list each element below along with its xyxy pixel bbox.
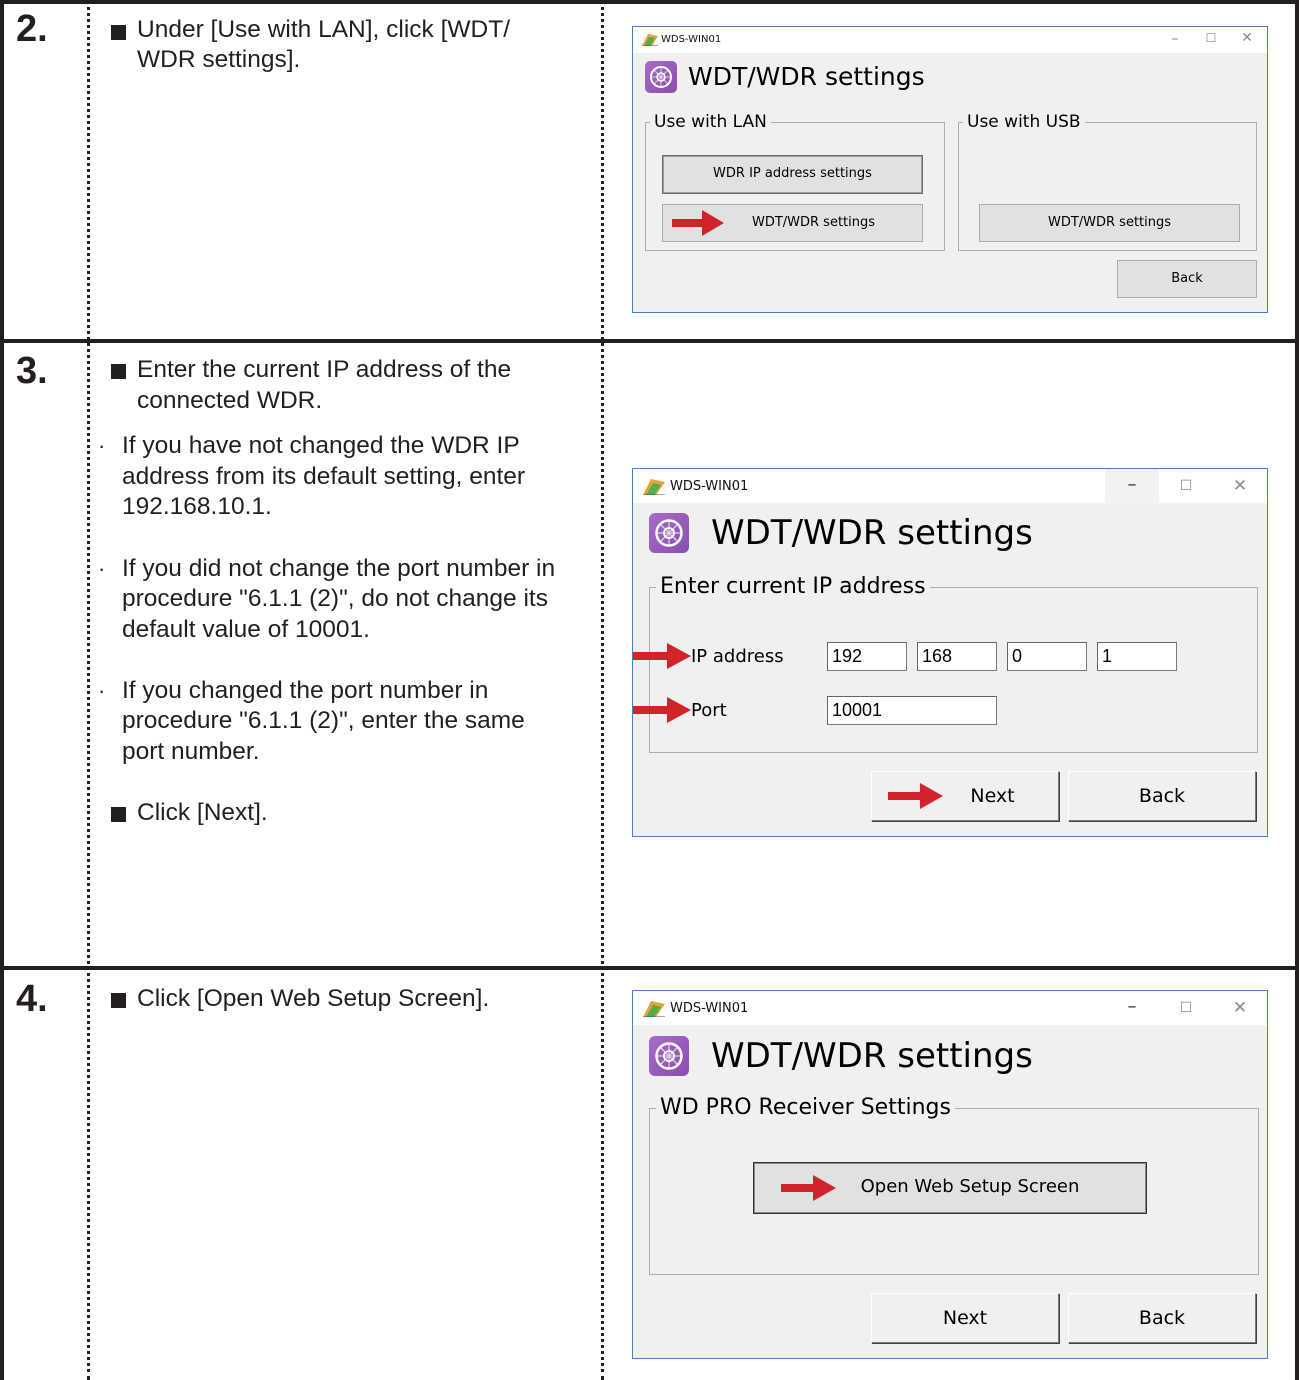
title-bar: WDS-WIN01 – ☐ ✕: [633, 27, 1267, 53]
ip-octet-4-input[interactable]: 1: [1097, 642, 1177, 671]
red-arrow-icon: [633, 697, 691, 723]
close-button[interactable]: ✕: [1229, 30, 1265, 46]
row-divider: [0, 966, 1299, 970]
ip-octet-3-input[interactable]: 0: [1007, 642, 1087, 671]
maximize-button[interactable]: ☐: [1159, 991, 1213, 1025]
window-title: WDS-WIN01: [661, 34, 722, 45]
port-label: Port: [691, 700, 727, 721]
note-line: If you changed the port number in: [122, 677, 489, 704]
instruction-line: Under [Use with LAN], click [WDT/: [137, 16, 511, 43]
button-label: WDT/WDR settings: [751, 215, 876, 230]
dialog-heading: WDT/WDR settings: [711, 513, 1033, 553]
note-line: procedure "6.1.1 (2)", do not change its: [122, 585, 548, 612]
window-title: WDS-WIN01: [670, 1001, 749, 1016]
note-line: procedure "6.1.1 (2)", enter the same: [122, 707, 525, 734]
minimize-button[interactable]: –: [1157, 31, 1193, 47]
step-number: 4.: [16, 978, 48, 1020]
instruction-line: Enter the current IP address of the: [137, 356, 512, 383]
note-bullet: ·: [98, 556, 106, 581]
instruction-line: WDR settings].: [137, 46, 301, 73]
close-button[interactable]: ✕: [1213, 469, 1267, 503]
maximize-button[interactable]: ☐: [1193, 31, 1229, 45]
dialog-heading: WDT/WDR settings: [688, 62, 925, 91]
table-right-rule: [1295, 0, 1299, 1380]
port-input[interactable]: 10001: [827, 696, 997, 725]
back-button[interactable]: Back: [1068, 771, 1256, 821]
instruction-line: Click [Open Web Setup Screen].: [137, 985, 490, 1012]
flag-app-icon: [642, 34, 658, 46]
button-label: Open Web Setup Screen: [860, 1176, 1080, 1197]
next-button[interactable]: Next: [871, 1293, 1059, 1343]
ip-octet-1-input[interactable]: 192: [827, 642, 907, 671]
gear-network-icon: [645, 61, 677, 93]
dotted-column-divider: [87, 0, 90, 1380]
note-line: If you have not changed the WDR IP: [122, 432, 520, 459]
ip-address-label: IP address: [691, 646, 784, 667]
window-title: WDS-WIN01: [670, 479, 749, 494]
dialog-heading: WDT/WDR settings: [711, 1036, 1033, 1076]
group-legend: Use with USB: [963, 112, 1085, 132]
back-button[interactable]: Back: [1068, 1293, 1256, 1343]
step-number: 2.: [16, 8, 48, 50]
note-line: port number.: [122, 738, 260, 765]
note-bullet: ·: [98, 433, 106, 458]
close-button[interactable]: ✕: [1213, 991, 1267, 1025]
title-bar: WDS-WIN01 – ☐ ✕: [633, 991, 1267, 1025]
ip-octet-2-input[interactable]: 168: [917, 642, 997, 671]
group-legend: Use with LAN: [650, 112, 771, 132]
dialog-window: WDS-WIN01 – ☐ ✕ WDT/WDR settings Enter c…: [632, 468, 1268, 837]
usb-wdt-wdr-settings-button[interactable]: WDT/WDR settings: [979, 204, 1240, 242]
bullet-square-icon: [111, 364, 126, 379]
minimize-button[interactable]: –: [1105, 469, 1159, 503]
red-arrow-icon: [672, 210, 724, 236]
note-bullet: ·: [98, 678, 106, 703]
bullet-square-icon: [111, 993, 126, 1008]
back-button[interactable]: Back: [1117, 260, 1257, 298]
bullet-square-icon: [111, 807, 126, 822]
flag-app-icon: [643, 479, 665, 495]
table-top-rule: [0, 0, 1299, 4]
bullet-square-icon: [111, 25, 126, 40]
flag-app-icon: [643, 1001, 665, 1017]
minimize-button[interactable]: –: [1105, 991, 1159, 1025]
maximize-button[interactable]: ☐: [1159, 469, 1213, 503]
instruction-line: Click [Next].: [137, 799, 268, 826]
red-arrow-icon: [781, 1175, 836, 1201]
dialog-window: WDS-WIN01 – ☐ ✕ WDT/WDR settings WD PRO …: [632, 990, 1268, 1359]
note-line: default value of 10001.: [122, 616, 370, 643]
button-label: Next: [970, 785, 1015, 807]
note-line: If you did not change the port number in: [122, 555, 556, 582]
note-line: address from its default setting, enter: [122, 463, 526, 490]
step-number: 3.: [16, 350, 48, 392]
note-line: 192.168.10.1.: [122, 493, 272, 520]
title-bar: WDS-WIN01 – ☐ ✕: [633, 469, 1267, 503]
dialog-window: WDS-WIN01 – ☐ ✕ WDT/WDR settings Use wit…: [632, 26, 1268, 313]
instruction-line: connected WDR.: [137, 387, 323, 414]
table-left-rule: [0, 0, 4, 1380]
row-divider: [0, 339, 1299, 343]
group-legend: Enter current IP address: [656, 574, 930, 599]
gear-network-icon: [649, 1036, 689, 1076]
gear-network-icon: [649, 513, 689, 553]
red-arrow-icon: [888, 783, 943, 809]
dotted-column-divider: [601, 0, 604, 1380]
wdr-ip-address-settings-button[interactable]: WDR IP address settings: [662, 155, 923, 194]
red-arrow-icon: [633, 643, 691, 669]
group-legend: WD PRO Receiver Settings: [656, 1095, 955, 1120]
